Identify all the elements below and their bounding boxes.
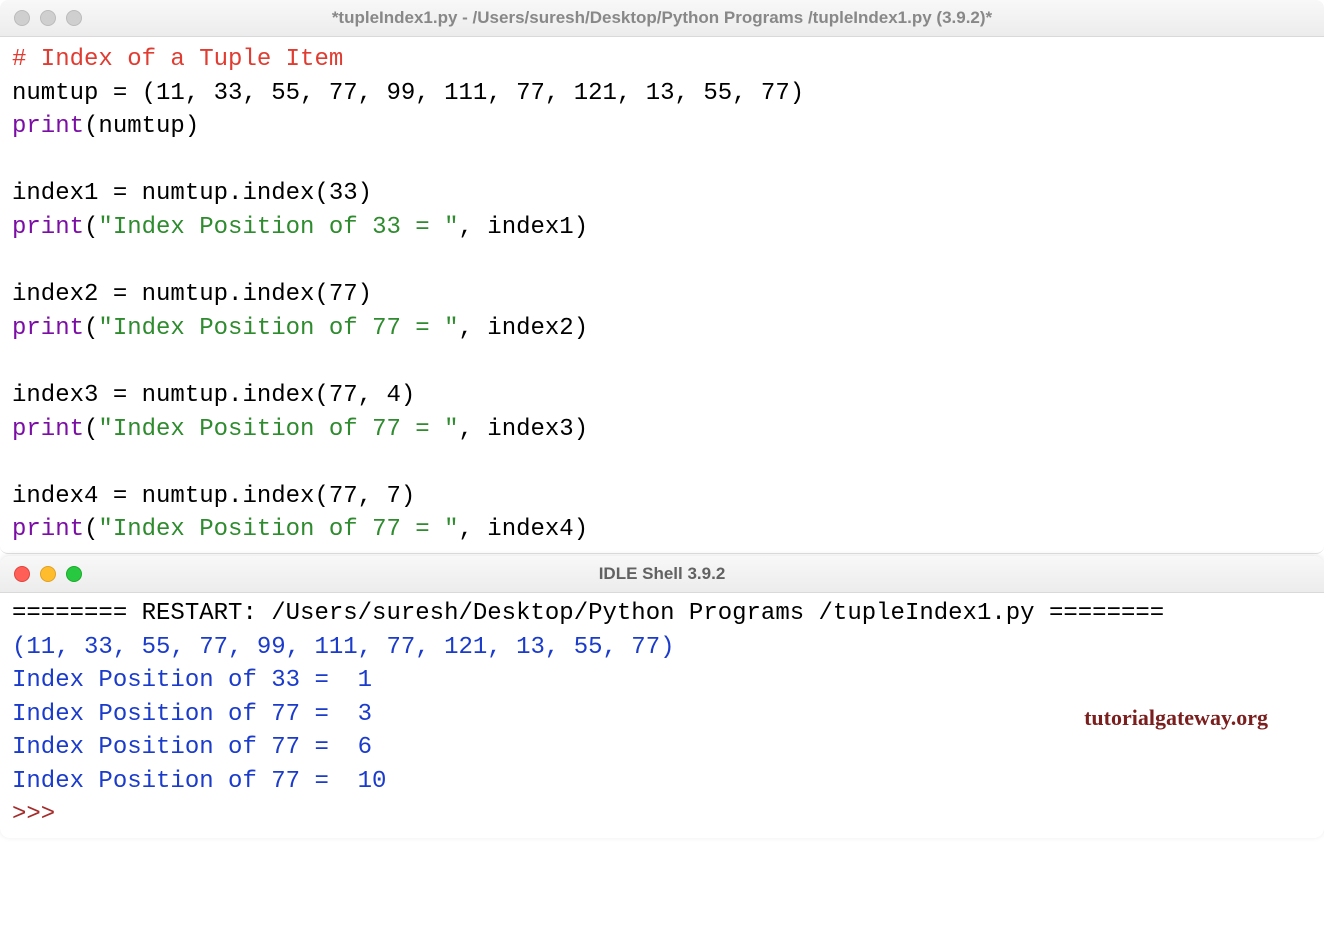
code-string: "Index Position of 33 = " bbox=[98, 214, 458, 241]
code-line: index1 = numtup.index(33) bbox=[12, 180, 372, 207]
code-line: index3 = numtup.index(77, 4) bbox=[12, 382, 415, 409]
shell-title: IDLE Shell 3.9.2 bbox=[0, 564, 1324, 584]
shell-output-line: Index Position of 77 = 10 bbox=[12, 768, 386, 795]
code-string: "Index Position of 77 = " bbox=[98, 516, 458, 543]
editor-titlebar[interactable]: *tupleIndex1.py - /Users/suresh/Desktop/… bbox=[0, 0, 1324, 37]
shell-restart-banner: ======== RESTART: /Users/suresh/Desktop/… bbox=[12, 600, 1164, 627]
code-func-print: print bbox=[12, 516, 84, 543]
shell-output-line: Index Position of 33 = 1 bbox=[12, 667, 372, 694]
code-text: (numtup) bbox=[84, 113, 199, 140]
editor-window: *tupleIndex1.py - /Users/suresh/Desktop/… bbox=[0, 0, 1324, 554]
editor-code-area[interactable]: # Index of a Tuple Item numtup = (11, 33… bbox=[0, 37, 1324, 553]
code-string: "Index Position of 77 = " bbox=[98, 315, 458, 342]
shell-output-line: Index Position of 77 = 3 bbox=[12, 701, 372, 728]
shell-window: IDLE Shell 3.9.2 ======== RESTART: /User… bbox=[0, 556, 1324, 838]
zoom-button[interactable] bbox=[66, 10, 82, 26]
code-func-print: print bbox=[12, 315, 84, 342]
code-text: , index2) bbox=[458, 315, 588, 342]
code-func-print: print bbox=[12, 416, 84, 443]
code-func-print: print bbox=[12, 113, 84, 140]
shell-prompt: >>> bbox=[12, 801, 70, 828]
shell-traffic-lights bbox=[14, 566, 82, 582]
code-text: ( bbox=[84, 516, 98, 543]
code-text: , index4) bbox=[458, 516, 588, 543]
code-line: numtup = (11, 33, 55, 77, 99, 111, 77, 1… bbox=[12, 80, 804, 107]
shell-output-area[interactable]: ======== RESTART: /Users/suresh/Desktop/… bbox=[0, 593, 1324, 838]
code-text: , index3) bbox=[458, 416, 588, 443]
editor-title: *tupleIndex1.py - /Users/suresh/Desktop/… bbox=[0, 8, 1324, 28]
shell-titlebar[interactable]: IDLE Shell 3.9.2 bbox=[0, 556, 1324, 593]
code-string: "Index Position of 77 = " bbox=[98, 416, 458, 443]
close-button[interactable] bbox=[14, 566, 30, 582]
code-text: ( bbox=[84, 416, 98, 443]
shell-output-line: (11, 33, 55, 77, 99, 111, 77, 121, 13, 5… bbox=[12, 634, 675, 661]
code-text: , index1) bbox=[458, 214, 588, 241]
code-line: index2 = numtup.index(77) bbox=[12, 281, 372, 308]
zoom-button[interactable] bbox=[66, 566, 82, 582]
code-line: index4 = numtup.index(77, 7) bbox=[12, 483, 415, 510]
code-func-print: print bbox=[12, 214, 84, 241]
code-comment: # Index of a Tuple Item bbox=[12, 46, 343, 73]
close-button[interactable] bbox=[14, 10, 30, 26]
shell-output-line: Index Position of 77 = 6 bbox=[12, 734, 372, 761]
watermark-text: tutorialgateway.org bbox=[1084, 703, 1268, 734]
code-text: ( bbox=[84, 315, 98, 342]
minimize-button[interactable] bbox=[40, 10, 56, 26]
minimize-button[interactable] bbox=[40, 566, 56, 582]
code-text: ( bbox=[84, 214, 98, 241]
editor-traffic-lights bbox=[14, 10, 82, 26]
